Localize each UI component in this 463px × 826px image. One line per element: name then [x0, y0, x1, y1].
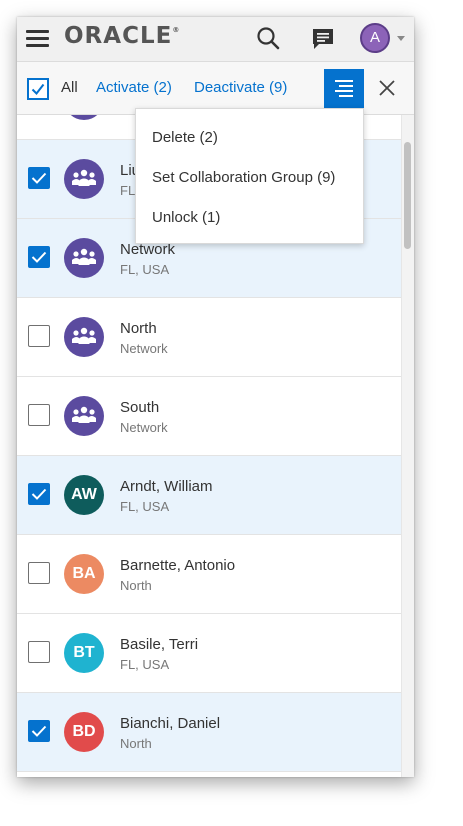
chat-icon[interactable]	[311, 27, 335, 51]
row-checkbox[interactable]	[28, 483, 50, 505]
oracle-logo: ORACLE®	[64, 23, 180, 49]
check-icon	[31, 251, 47, 263]
menu-icon[interactable]	[26, 30, 49, 48]
list-item-subtitle: Network	[120, 420, 168, 435]
list-item-subtitle: North	[120, 578, 152, 593]
check-icon	[31, 725, 47, 737]
list-item[interactable]: North Network	[17, 298, 401, 377]
row-checkbox[interactable]	[28, 246, 50, 268]
row-checkbox[interactable]	[28, 641, 50, 663]
group-icon	[72, 406, 96, 423]
list-item-subtitle: FL	[120, 183, 136, 198]
avatar: AW	[64, 475, 104, 515]
avatar: BA	[64, 554, 104, 594]
list-item[interactable]: South Network	[17, 377, 401, 456]
activate-button[interactable]: Activate (2)	[96, 79, 172, 96]
select-all-label: All	[61, 79, 78, 96]
close-icon[interactable]	[379, 80, 395, 96]
select-all-checkbox[interactable]	[27, 78, 49, 100]
deactivate-button[interactable]: Deactivate (9)	[194, 79, 287, 96]
avatar: BT	[64, 633, 104, 673]
list-item[interactable]: BT Basile, Terri FL, USA	[17, 614, 401, 693]
list-item-subtitle: FL, USA	[120, 499, 170, 514]
app-window: ORACLE® A All Activate (2) Deactivate (9…	[17, 17, 414, 777]
group-icon	[72, 327, 96, 344]
group-icon	[72, 169, 96, 186]
row-checkbox[interactable]	[28, 562, 50, 584]
top-bar: ORACLE® A	[17, 17, 414, 62]
user-avatar[interactable]: A	[360, 23, 390, 53]
more-actions-button[interactable]	[324, 69, 364, 109]
list-item-title: South	[120, 399, 160, 416]
group-avatar	[64, 317, 104, 357]
row-checkbox[interactable]	[28, 720, 50, 742]
list-item[interactable]: BA Barnette, Antonio North	[17, 535, 401, 614]
row-checkbox[interactable]	[28, 167, 50, 189]
check-icon	[31, 488, 47, 500]
check-icon	[31, 83, 45, 96]
row-checkbox[interactable]	[28, 325, 50, 347]
list-item-title: Barnette, Antonio	[120, 557, 236, 574]
group-avatar	[64, 159, 104, 199]
list-item[interactable]: BD Bianchi, Daniel North	[17, 693, 401, 772]
list-item-subtitle: FL, USA	[120, 657, 170, 672]
row-checkbox[interactable]	[28, 404, 50, 426]
menu-item-set-collaboration-group[interactable]: Set Collaboration Group (9)	[152, 169, 335, 186]
list-item-subtitle: FL, USA	[120, 262, 170, 277]
menu-item-delete[interactable]: Delete (2)	[152, 129, 218, 146]
more-actions-menu: Delete (2) Set Collaboration Group (9) U…	[135, 108, 364, 244]
chevron-down-icon[interactable]	[397, 36, 405, 41]
group-avatar	[64, 396, 104, 436]
list-item-title: Basile, Terri	[120, 636, 199, 653]
list-item-subtitle: North	[120, 736, 152, 751]
search-icon[interactable]	[256, 26, 280, 50]
list-item[interactable]: AW Arndt, William FL, USA	[17, 456, 401, 535]
list-item-title: Bianchi, Daniel	[120, 715, 221, 732]
list-item-title: North	[120, 320, 157, 337]
scrollbar-thumb[interactable]	[404, 142, 411, 249]
menu-item-unlock[interactable]: Unlock (1)	[152, 209, 220, 226]
avatar: BD	[64, 712, 104, 752]
group-avatar	[64, 115, 104, 120]
list-item-subtitle: Network	[120, 341, 168, 356]
group-icon	[72, 248, 96, 265]
check-icon	[31, 172, 47, 184]
list-item-title: Arndt, William	[120, 478, 213, 495]
group-avatar	[64, 238, 104, 278]
